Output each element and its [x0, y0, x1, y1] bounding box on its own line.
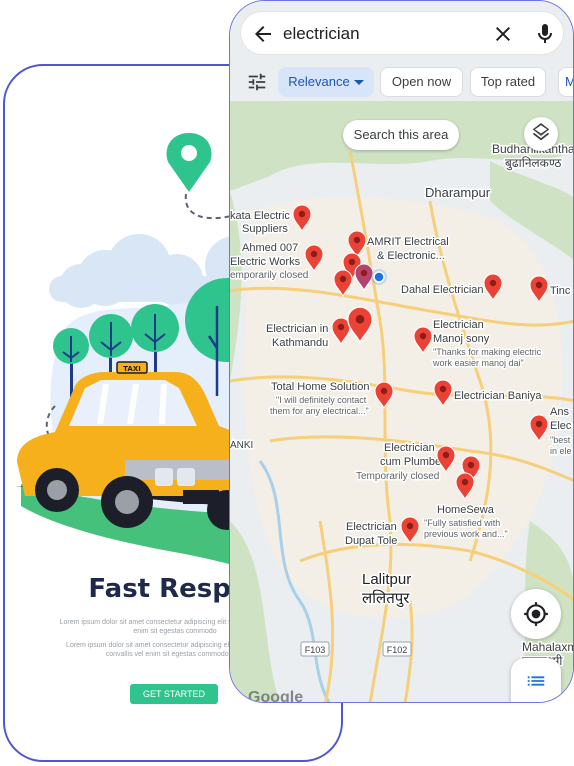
- place-12-name-1: Electrician: [346, 521, 397, 533]
- place-7-review-1: "I will definitely contact: [276, 395, 367, 405]
- label-mahalaxmi: Mahalaxmi: [522, 640, 574, 654]
- layers-icon: [532, 123, 550, 141]
- get-started-button[interactable]: GET STARTED: [130, 684, 218, 704]
- chip-relevance[interactable]: Relevance: [278, 67, 374, 97]
- place-1-note: emporarily closed: [230, 270, 308, 281]
- road-f102: F102: [387, 645, 408, 655]
- place-2-name-2: & Electronic...: [377, 250, 445, 262]
- place-9-name-2: Elec: [550, 420, 572, 432]
- google-logo: Google: [248, 689, 304, 703]
- place-11-review-2: previous work and...": [424, 529, 508, 539]
- place-12-name-2: Dupat Tole: [345, 535, 397, 547]
- taxi-sign: TAXI: [123, 365, 141, 373]
- place-5-name-2: Kathmandu: [272, 337, 328, 349]
- my-location-dot: [371, 269, 387, 285]
- place-7-review-2: them for any electrical...": [270, 406, 369, 416]
- label-dharampur: Dharampur: [425, 185, 491, 200]
- place-0-name-2: Suppliers: [242, 223, 288, 235]
- place-7-name-1: Total Home Solution: [271, 381, 369, 393]
- place-5-name-1: Electrician in: [266, 323, 328, 335]
- chevron-down-icon: [354, 80, 364, 85]
- tune-icon[interactable]: [246, 71, 268, 93]
- layers-button[interactable]: [524, 117, 558, 151]
- chip-open-now[interactable]: Open now: [380, 67, 463, 97]
- place-6-review-1: "Thanks for making electric: [433, 347, 542, 357]
- maps-phone: F103 F102 Budhanilkantha बुढानिलकण्ठ Dha…: [229, 0, 574, 703]
- chip-more[interactable]: M: [558, 67, 573, 97]
- place-6-review-2: work easier manoj dai": [432, 358, 524, 368]
- place-3-name-1: Dahal Electrician: [401, 284, 484, 296]
- place-9-review-1: "best: [550, 435, 571, 445]
- place-9-review-2: in ele: [550, 446, 572, 456]
- place-10-name-1: Electrician: [384, 442, 435, 454]
- chip-relevance-label: Relevance: [288, 74, 350, 89]
- mic-icon[interactable]: [533, 22, 557, 46]
- place-11-name-1: HomeSewa: [437, 504, 495, 516]
- place-11-review-1: "Fully satisfied with: [424, 518, 500, 528]
- place-0-name-1: kata Electric: [230, 210, 290, 222]
- filter-row: Relevance Open now Top rated M: [230, 67, 573, 97]
- search-input[interactable]: [283, 22, 483, 46]
- label-lalitpur: Lalitpur: [362, 571, 411, 588]
- place-1-name-1: Ahmed 007: [242, 242, 298, 254]
- back-arrow-icon[interactable]: [251, 22, 275, 46]
- place-9-name-1: Ans: [550, 406, 569, 418]
- search-this-area-button[interactable]: Search this area: [343, 120, 459, 150]
- location-pin-icon: [166, 133, 212, 192]
- label-lalitpur-np: ललितपुर: [362, 589, 410, 608]
- place-4-name-1: Tinc: [550, 285, 571, 297]
- my-location-button[interactable]: [511, 589, 561, 639]
- chip-top-rated[interactable]: Top rated: [470, 67, 546, 97]
- road-f103: F103: [305, 645, 326, 655]
- my-location-icon: [524, 602, 548, 626]
- search-bar: [240, 11, 564, 55]
- place-6-name-1: Electrician: [433, 319, 484, 331]
- place-10-name-2: cum Plumber: [380, 456, 445, 468]
- list-view-button[interactable]: [511, 658, 561, 702]
- place-8-name-1: Electrician Baniya: [454, 390, 542, 402]
- label-budhanilkantha-np: बुढानिलकण्ठ: [505, 156, 562, 171]
- close-icon[interactable]: [491, 22, 515, 46]
- place-6-name-2: Manoj sony: [433, 333, 490, 345]
- place-2-name-1: AMRIT Electrical: [367, 236, 449, 248]
- list-icon: [527, 676, 545, 686]
- place-1-name-2: Electric Works: [230, 256, 301, 268]
- place-10-note: Temporarily closed: [356, 471, 439, 482]
- route-dashed-line: [184, 193, 232, 220]
- label-anki: ANKI: [230, 440, 253, 451]
